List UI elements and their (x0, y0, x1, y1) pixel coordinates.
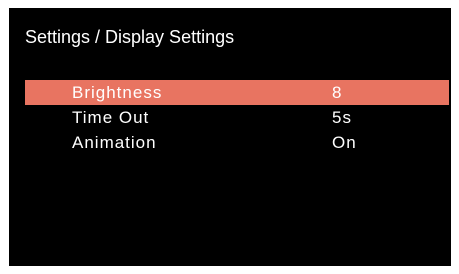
menu-item-value: 5s (332, 108, 352, 127)
settings-menu: Brightness 8 Time Out 5s Animation On (25, 80, 449, 155)
menu-item-label: Animation (72, 133, 157, 152)
menu-item-animation[interactable]: Animation On (25, 130, 449, 155)
menu-item-label: Time Out (72, 108, 150, 127)
menu-item-value: On (332, 133, 357, 152)
page-title: Settings / Display Settings (25, 27, 235, 47)
device-screen: Settings / Display Settings Brightness 8… (9, 8, 451, 266)
menu-item-time-out[interactable]: Time Out 5s (25, 105, 449, 130)
menu-item-brightness[interactable]: Brightness 8 (25, 80, 449, 105)
menu-item-value: 8 (332, 83, 343, 102)
menu-item-label: Brightness (72, 83, 163, 102)
